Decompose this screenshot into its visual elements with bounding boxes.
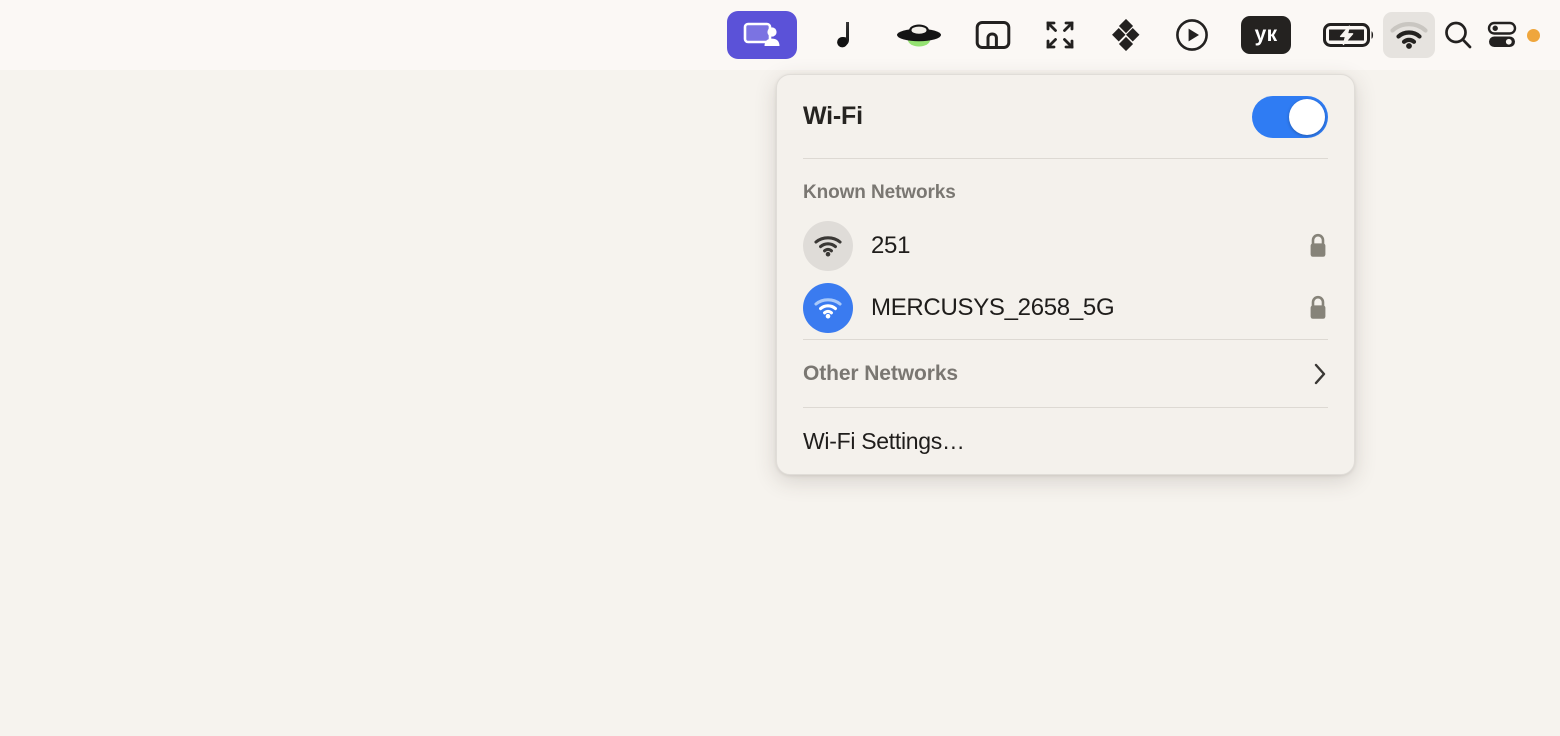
menu-item-dropbox[interactable] bbox=[1103, 12, 1149, 58]
battery-charging-icon bbox=[1323, 23, 1374, 47]
music-note-icon bbox=[837, 22, 849, 48]
menu-item-control-center[interactable] bbox=[1481, 12, 1546, 58]
list-item[interactable]: 251 bbox=[803, 215, 1328, 277]
menu-item-play[interactable] bbox=[1169, 12, 1215, 58]
other-networks-item[interactable]: Other Networks bbox=[803, 340, 1328, 407]
wifi-icon bbox=[1390, 22, 1428, 49]
chevron-right-icon bbox=[1314, 363, 1326, 384]
menu-item-expand[interactable] bbox=[1037, 12, 1083, 58]
list-item[interactable]: MERCUSYS_2658_5G bbox=[803, 277, 1328, 339]
control-center-icon bbox=[1487, 21, 1517, 47]
wifi-toggle-knob bbox=[1289, 98, 1325, 135]
menu-item-window-snap[interactable] bbox=[969, 12, 1017, 58]
wifi-icon bbox=[814, 235, 842, 256]
menu-item-screen-share[interactable] bbox=[721, 11, 803, 59]
dropbox-diamond-icon bbox=[1112, 19, 1140, 51]
keyboard-layout-icon: ук bbox=[1241, 16, 1291, 54]
menu-item-battery[interactable] bbox=[1317, 12, 1383, 58]
expand-arrows-icon bbox=[1046, 21, 1074, 49]
status-dot bbox=[1527, 28, 1540, 42]
other-networks-label: Other Networks bbox=[803, 361, 958, 385]
network-status-icon bbox=[803, 221, 853, 271]
wifi-menu-panel: Wi-Fi Known Networks 251 MERCUSYS_2658_5… bbox=[776, 74, 1355, 475]
wifi-panel-header: Wi-Fi bbox=[803, 75, 1328, 158]
lock-icon bbox=[1310, 233, 1326, 257]
network-status-icon bbox=[803, 283, 853, 333]
window-snap-icon bbox=[975, 21, 1011, 49]
menu-item-ufo[interactable] bbox=[889, 12, 949, 58]
wifi-settings-item[interactable]: Wi-Fi Settings… bbox=[803, 408, 1328, 474]
menu-item-keyboard-layout[interactable]: ук bbox=[1235, 12, 1297, 58]
play-circle-icon bbox=[1176, 19, 1208, 51]
menu-bar-status-items: ук bbox=[721, 0, 1546, 70]
wifi-settings-label: Wi-Fi Settings… bbox=[803, 427, 965, 454]
ufo-icon bbox=[897, 24, 941, 47]
search-icon bbox=[1445, 21, 1472, 49]
menu-bar: ук bbox=[0, 0, 1560, 70]
menu-item-spotlight[interactable] bbox=[1435, 12, 1481, 58]
network-ssid: 251 bbox=[871, 232, 911, 259]
screen-share-icon bbox=[743, 22, 780, 46]
network-ssid: MERCUSYS_2658_5G bbox=[871, 294, 1115, 321]
wifi-icon bbox=[814, 297, 842, 318]
menu-item-wifi[interactable] bbox=[1383, 12, 1435, 58]
menu-item-music[interactable] bbox=[823, 12, 869, 58]
page-title: Wi-Fi bbox=[803, 102, 863, 130]
screen-share-app-icon bbox=[727, 11, 797, 59]
known-networks-label: Known Networks bbox=[803, 182, 956, 203]
lock-icon bbox=[1310, 295, 1326, 319]
wifi-toggle[interactable] bbox=[1252, 95, 1328, 138]
